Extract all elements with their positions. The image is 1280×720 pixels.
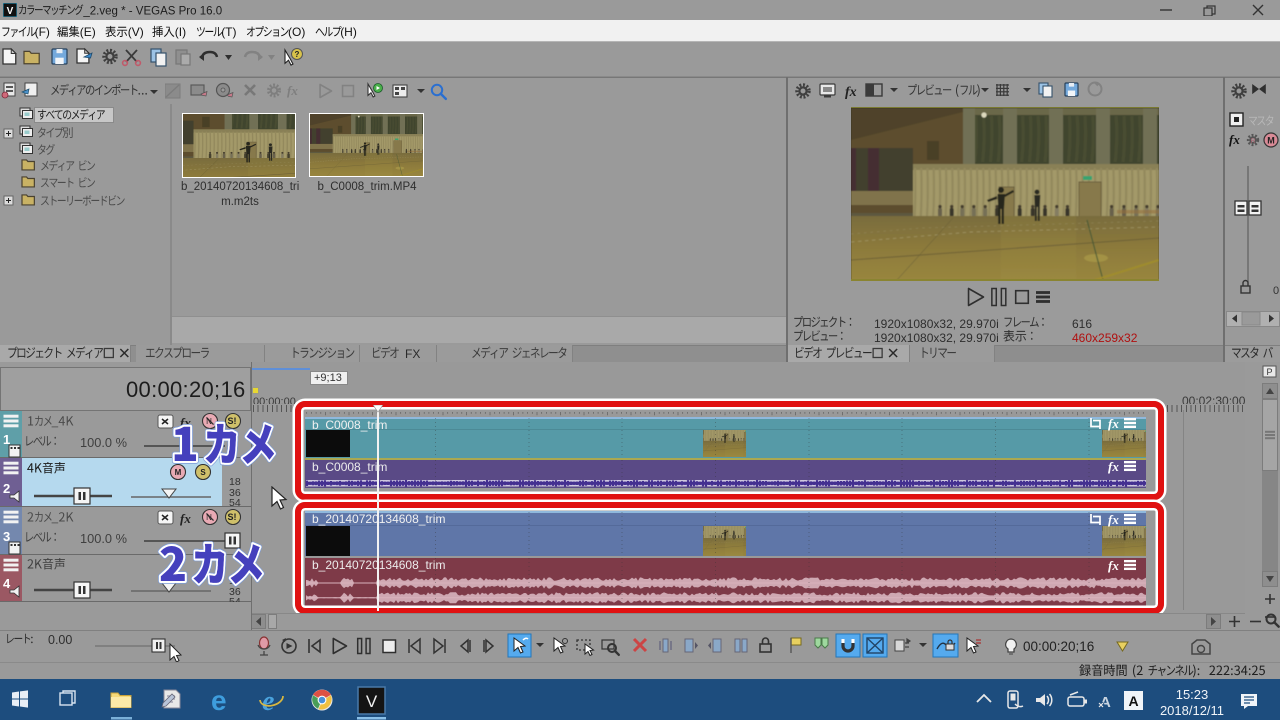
svg-text:e: e: [211, 685, 227, 716]
svg-text:e: e: [262, 686, 274, 717]
svg-text:A: A: [1128, 693, 1138, 709]
svg-text:S!: S!: [228, 512, 237, 522]
svg-text:V: V: [366, 692, 378, 711]
svg-text:2018/12/11: 2018/12/11: [1160, 703, 1224, 718]
svg-text:N: N: [206, 513, 212, 522]
svg-text:fx: fx: [180, 511, 191, 526]
svg-text:15:23: 15:23: [1176, 687, 1209, 702]
